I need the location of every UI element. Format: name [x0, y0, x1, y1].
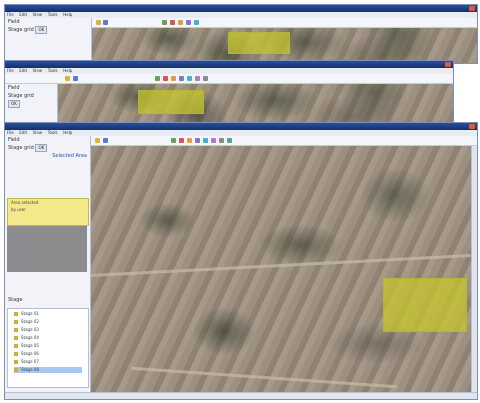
save-icon[interactable] [103, 20, 108, 25]
window-front-left-panel: Field Stage grid OK Selected Area Area s… [5, 136, 91, 393]
list-item-label: Stage 06 [21, 351, 39, 356]
panel-label-mid: Stage grid OK [5, 26, 91, 34]
layer-icon [14, 344, 18, 348]
panel-button-row: OK [5, 100, 57, 108]
info-icon[interactable] [195, 76, 200, 81]
panel-label-mid-text: Stage grid [8, 27, 34, 33]
map-view[interactable] [91, 146, 471, 393]
selected-area-label[interactable]: Selected Area [5, 152, 90, 160]
window-middle-titlebar[interactable] [5, 61, 453, 68]
zoom-out-icon[interactable] [170, 20, 175, 25]
list-item-label: Stage 07 [21, 359, 39, 364]
layer-icon [14, 352, 18, 356]
map-view-middle[interactable] [58, 84, 453, 125]
close-icon[interactable] [469, 124, 475, 129]
list-item[interactable]: Stage 02 [14, 319, 82, 325]
vertical-scrollbar[interactable] [471, 146, 477, 393]
pan-icon[interactable] [178, 20, 183, 25]
window-back-titlebar[interactable] [5, 5, 477, 12]
field-highlight[interactable] [228, 32, 290, 54]
print-icon[interactable] [227, 138, 232, 143]
window-back: File Edit View Tools Help Field Stage gr… [4, 4, 478, 64]
select-icon[interactable] [203, 138, 208, 143]
panel-label-mid-text: Stage grid [8, 145, 34, 151]
folder-icon[interactable] [95, 138, 100, 143]
panel-label-top: Field [8, 85, 20, 91]
ok-button[interactable]: OK [35, 144, 48, 152]
ruler-icon[interactable] [219, 138, 224, 143]
select-icon[interactable] [187, 76, 192, 81]
window-middle-left-panel: Field Stage grid OK [5, 84, 58, 125]
map-view-back[interactable] [92, 28, 477, 63]
layer-icon[interactable] [195, 138, 200, 143]
list-item-label: Stage 03 [21, 327, 39, 332]
save-icon[interactable] [73, 76, 78, 81]
window-back-left-panel: Field Stage grid OK [5, 18, 92, 63]
window-back-toolbar [92, 18, 477, 28]
dirt-road [91, 254, 471, 277]
layer-icon[interactable] [186, 20, 191, 25]
status-bar [5, 392, 477, 399]
list-item[interactable]: Stage 01 [14, 311, 82, 317]
ok-button[interactable]: OK [8, 100, 20, 108]
layer-icon[interactable] [179, 76, 184, 81]
panel-label-top: Field [8, 137, 20, 143]
zoom-out-icon[interactable] [179, 138, 184, 143]
save-icon[interactable] [103, 138, 108, 143]
list-item[interactable]: Stage 04 [14, 335, 82, 341]
field-highlight[interactable] [383, 278, 467, 332]
tree-header: Stage [8, 297, 23, 303]
info-line-1: Area selected [11, 200, 39, 205]
panel-label-mid: Stage grid OK [5, 144, 90, 152]
pan-icon[interactable] [171, 76, 176, 81]
close-icon[interactable] [469, 6, 475, 11]
ok-button[interactable]: OK [35, 26, 48, 34]
list-item[interactable]: Stage 06 [14, 351, 82, 357]
info-box: Area selected by user [7, 198, 89, 226]
layer-icon [14, 328, 18, 332]
select-icon[interactable] [194, 20, 199, 25]
zoom-out-icon[interactable] [163, 76, 168, 81]
window-front-toolbar [91, 136, 477, 146]
zoom-in-icon[interactable] [171, 138, 176, 143]
window-middle: File Edit View Tools Help Field Stage gr… [4, 60, 454, 126]
dirt-road [131, 366, 397, 389]
layer-icon [14, 312, 18, 316]
zoom-in-icon[interactable] [162, 20, 167, 25]
info-icon[interactable] [211, 138, 216, 143]
list-item-label: Stage 02 [21, 319, 39, 324]
pan-icon[interactable] [187, 138, 192, 143]
list-item-label: Stage 01 [21, 311, 39, 316]
stage-list: Stage 01 Stage 02 Stage 03 Stage 04 Stag… [7, 308, 89, 388]
zoom-in-icon[interactable] [155, 76, 160, 81]
list-item-label: Stage 05 [21, 343, 39, 348]
layer-icon [14, 336, 18, 340]
window-front-titlebar[interactable] [5, 123, 477, 130]
ruler-icon[interactable] [203, 76, 208, 81]
layer-icon [14, 360, 18, 364]
window-middle-toolbar [5, 74, 453, 84]
layer-icon [14, 368, 18, 372]
layer-icon [14, 320, 18, 324]
list-item[interactable]: Stage 07 [14, 359, 82, 365]
field-highlight[interactable] [138, 90, 204, 114]
panel-label-top: Field [8, 19, 20, 25]
list-item[interactable]: Stage 05 [14, 343, 82, 349]
window-front: File Edit View Tools Help Field Stage gr… [4, 122, 478, 400]
list-item-selected[interactable]: Stage 08 [14, 367, 82, 373]
folder-icon[interactable] [96, 20, 101, 25]
list-item-label: Stage 08 [21, 367, 39, 372]
preview-area [7, 226, 87, 272]
folder-icon[interactable] [65, 76, 70, 81]
panel-label-mid: Stage grid [8, 93, 34, 99]
list-item[interactable]: Stage 03 [14, 327, 82, 333]
info-line-2: by user [11, 207, 26, 212]
close-icon[interactable] [445, 62, 451, 67]
list-item-label: Stage 04 [21, 335, 39, 340]
